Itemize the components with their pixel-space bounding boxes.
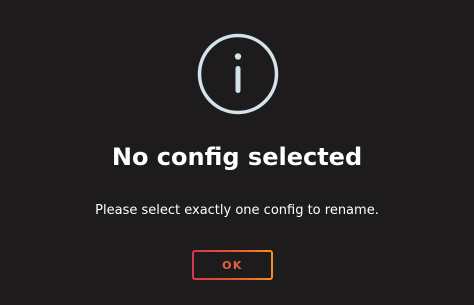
alert-dialog: No config selected Please select exactly…: [0, 0, 474, 305]
dialog-title: No config selected: [111, 143, 363, 171]
dialog-message: Please select exactly one config to rena…: [95, 203, 379, 218]
ok-button[interactable]: OK: [192, 250, 273, 280]
info-icon: [196, 32, 280, 116]
ok-button-label: OK: [222, 258, 243, 272]
